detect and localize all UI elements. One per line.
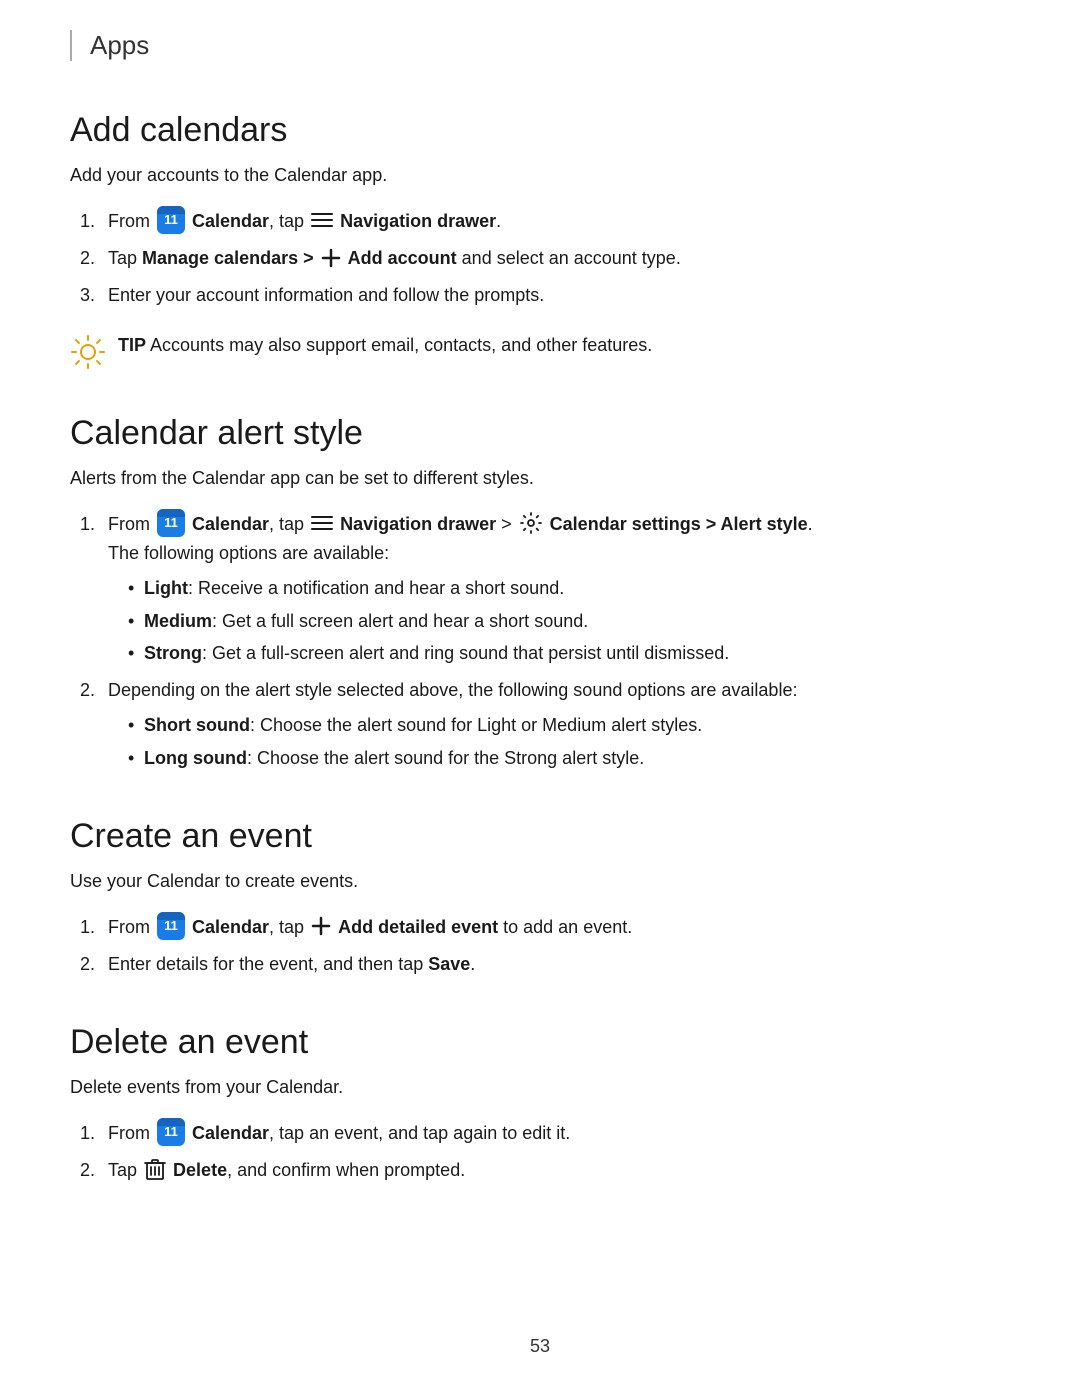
calendar-app-icon (157, 206, 185, 234)
nav-drawer-icon (311, 213, 333, 229)
page-title: Apps (90, 30, 149, 60)
step-text: Save (428, 954, 470, 974)
tip-lightbulb-icon (70, 334, 106, 370)
nav-drawer-icon (311, 516, 333, 532)
step-text: Delete (173, 1160, 227, 1180)
tip-box: TIP Accounts may also support email, con… (70, 332, 1010, 370)
section-heading-calendar-alert-style: Calendar alert style (70, 414, 1010, 453)
step-text: Navigation drawer (340, 211, 496, 231)
section-intro-create-event: Use your Calendar to create events. (70, 868, 1010, 895)
steps-create-event: From Calendar, tap Add detailed event to… (100, 913, 1010, 979)
step-text: Calendar (192, 1123, 269, 1143)
steps-add-calendars: From Calendar, tap Navigation drawer. Ta… (100, 207, 1010, 310)
bullet-item: Medium: Get a full screen alert and hear… (128, 607, 1010, 636)
section-intro-delete-event: Delete events from your Calendar. (70, 1074, 1010, 1101)
bullet-list: Light: Receive a notification and hear a… (128, 574, 1010, 668)
page-number: 53 (0, 1336, 1080, 1357)
step-text: Calendar (192, 917, 269, 937)
plus-icon (311, 916, 331, 936)
trash-icon (144, 1157, 166, 1181)
step-item: Enter your account information and follo… (100, 281, 1010, 310)
breadcrumb: Apps (70, 30, 1010, 61)
section-heading-delete-event: Delete an event (70, 1023, 1010, 1062)
step-item: Depending on the alert style selected ab… (100, 676, 1010, 772)
section-add-calendars: Add calendars Add your accounts to the C… (70, 111, 1010, 370)
step-item: Tap Delete, and confirm when prompted. (100, 1156, 1010, 1185)
step-text: Manage calendars > (142, 248, 314, 268)
calendar-app-icon (157, 1118, 185, 1146)
step-item: Enter details for the event, and then ta… (100, 950, 1010, 979)
steps-calendar-alert-style: From Calendar, tap Navigation drawer > C… (100, 510, 1010, 773)
page-container: Apps Add calendars Add your accounts to … (0, 0, 1080, 1397)
step-item: From Calendar, tap Add detailed event to… (100, 913, 1010, 942)
bullet-item: Light: Receive a notification and hear a… (128, 574, 1010, 603)
step-item: From Calendar, tap an event, and tap aga… (100, 1119, 1010, 1148)
step-text: Calendar settings > Alert style (550, 514, 808, 534)
tip-label: TIP (118, 335, 146, 355)
step-item: From Calendar, tap Navigation drawer. (100, 207, 1010, 236)
bullet-item: Strong: Get a full-screen alert and ring… (128, 639, 1010, 668)
steps-delete-event: From Calendar, tap an event, and tap aga… (100, 1119, 1010, 1185)
section-create-event: Create an event Use your Calendar to cre… (70, 817, 1010, 979)
section-heading-create-event: Create an event (70, 817, 1010, 856)
section-calendar-alert-style: Calendar alert style Alerts from the Cal… (70, 414, 1010, 773)
section-delete-event: Delete an event Delete events from your … (70, 1023, 1010, 1185)
step-text: Add detailed event (338, 917, 498, 937)
calendar-app-icon (157, 509, 185, 537)
step-text: Calendar (192, 211, 269, 231)
section-heading-add-calendars: Add calendars (70, 111, 1010, 150)
plus-icon (321, 248, 341, 268)
calendar-app-icon (157, 912, 185, 940)
step-text: Navigation drawer (340, 514, 496, 534)
step-text: Calendar (192, 514, 269, 534)
bullet-item: Short sound: Choose the alert sound for … (128, 711, 1010, 740)
section-intro-add-calendars: Add your accounts to the Calendar app. (70, 162, 1010, 189)
bullet-item: Long sound: Choose the alert sound for t… (128, 744, 1010, 773)
step-text: Add account (348, 248, 457, 268)
step-item: Tap Manage calendars > Add account and s… (100, 244, 1010, 273)
step-item: From Calendar, tap Navigation drawer > C… (100, 510, 1010, 668)
section-intro-calendar-alert-style: Alerts from the Calendar app can be set … (70, 465, 1010, 492)
settings-gear-icon (519, 511, 543, 535)
bullet-list: Short sound: Choose the alert sound for … (128, 711, 1010, 773)
tip-text: TIP Accounts may also support email, con… (118, 332, 652, 359)
